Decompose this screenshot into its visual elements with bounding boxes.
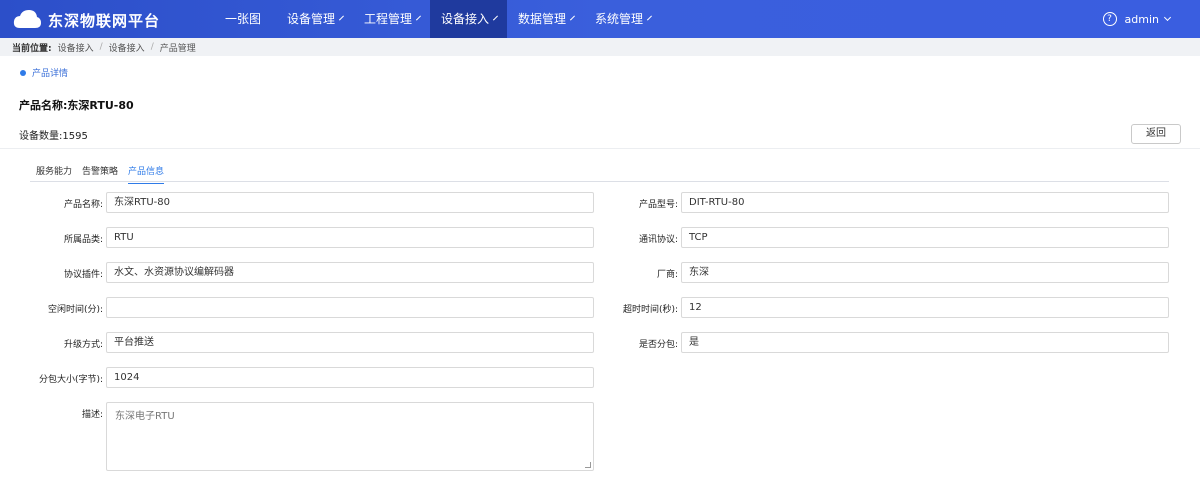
plugin-label: 协议插件: (63, 270, 103, 280)
main-nav: 一张图 设备管理 工程管理 设备接入 数据管理 系统管理 (210, 0, 661, 38)
product-model-label: 产品型号: (638, 200, 678, 210)
breadcrumb-item: 产品管理 (159, 43, 196, 54)
category-label: 所属品类: (63, 235, 103, 245)
protocol-label: 通讯协议: (638, 235, 678, 245)
vendor-input[interactable]: 东深 (681, 262, 1169, 283)
package-size-label: 分包大小(字节): (38, 375, 103, 385)
top-navbar: 东深物联网平台 一张图 设备管理 工程管理 设备接入 数据管理 系统管理 ? a… (0, 0, 1200, 38)
description-text: 东深电子RTU (115, 411, 175, 422)
nav-item-project-management[interactable]: 工程管理 (353, 0, 430, 38)
chevron-down-icon (493, 15, 498, 20)
bullet-dot-icon (20, 69, 26, 76)
chevron-down-icon (416, 15, 421, 20)
upgrade-label: 升级方式: (63, 340, 103, 350)
nav-item-map[interactable]: 一张图 (210, 0, 276, 38)
chevron-down-icon (339, 15, 344, 20)
cloud-logo-icon (13, 10, 41, 28)
username: admin (1124, 12, 1159, 26)
breadcrumb-separator: / (150, 42, 154, 52)
nav-item-data-management[interactable]: 数据管理 (507, 0, 584, 38)
package-size-input[interactable]: 1024 (106, 367, 594, 388)
back-button[interactable]: 返回 (1131, 124, 1181, 144)
user-menu[interactable]: ? admin (1102, 0, 1172, 38)
product-title: 产品名称:东深RTU-80 (19, 99, 134, 112)
subpackage-input[interactable]: 是 (681, 332, 1169, 353)
protocol-input[interactable]: TCP (681, 227, 1169, 248)
idle-time-input[interactable] (106, 297, 594, 318)
section-title: 产品详情 (32, 69, 69, 79)
breadcrumb-separator: / (99, 42, 103, 52)
breadcrumb-item[interactable]: 设备接入 (109, 41, 145, 54)
section-header: 产品详情 (20, 66, 68, 79)
chevron-down-icon (647, 15, 652, 20)
brand-title: 东深物联网平台 (48, 12, 161, 30)
product-name-label: 产品名称: (63, 200, 103, 210)
vendor-label: 厂商: (656, 270, 678, 280)
breadcrumb: 当前位置: 设备接入 / 设备接入 / 产品管理 (0, 38, 1200, 56)
upgrade-input[interactable]: 平台推送 (106, 332, 594, 353)
nav-item-system-management[interactable]: 系统管理 (584, 0, 661, 38)
nav-item-device-access[interactable]: 设备接入 (430, 0, 507, 38)
description-label: 描述: (81, 410, 103, 420)
help-icon[interactable]: ? (1102, 12, 1117, 26)
nav-item-device-management[interactable]: 设备管理 (276, 0, 353, 38)
description-textarea[interactable]: 东深电子RTU (106, 402, 594, 471)
plugin-input[interactable]: 水文、水资源协议编解码器 (106, 262, 594, 283)
chevron-down-icon (570, 15, 575, 20)
subpackage-label: 是否分包: (638, 340, 678, 350)
resize-handle-icon[interactable] (585, 462, 591, 468)
category-input[interactable]: RTU (106, 227, 594, 248)
timeout-label: 超时时间(秒): (622, 305, 678, 315)
timeout-input[interactable]: 12 (681, 297, 1169, 318)
chevron-down-icon (1163, 13, 1172, 22)
breadcrumb-item[interactable]: 设备接入 (58, 41, 94, 54)
device-count: 设备数量:1595 (19, 131, 88, 142)
product-name-input[interactable]: 东深RTU-80 (106, 192, 594, 213)
divider (0, 148, 1200, 149)
product-model-input[interactable]: DIT-RTU-80 (681, 192, 1169, 213)
tab-divider (30, 181, 1169, 182)
breadcrumb-lead: 当前位置: (12, 43, 52, 54)
idle-time-label: 空闲时间(分): (47, 305, 103, 315)
